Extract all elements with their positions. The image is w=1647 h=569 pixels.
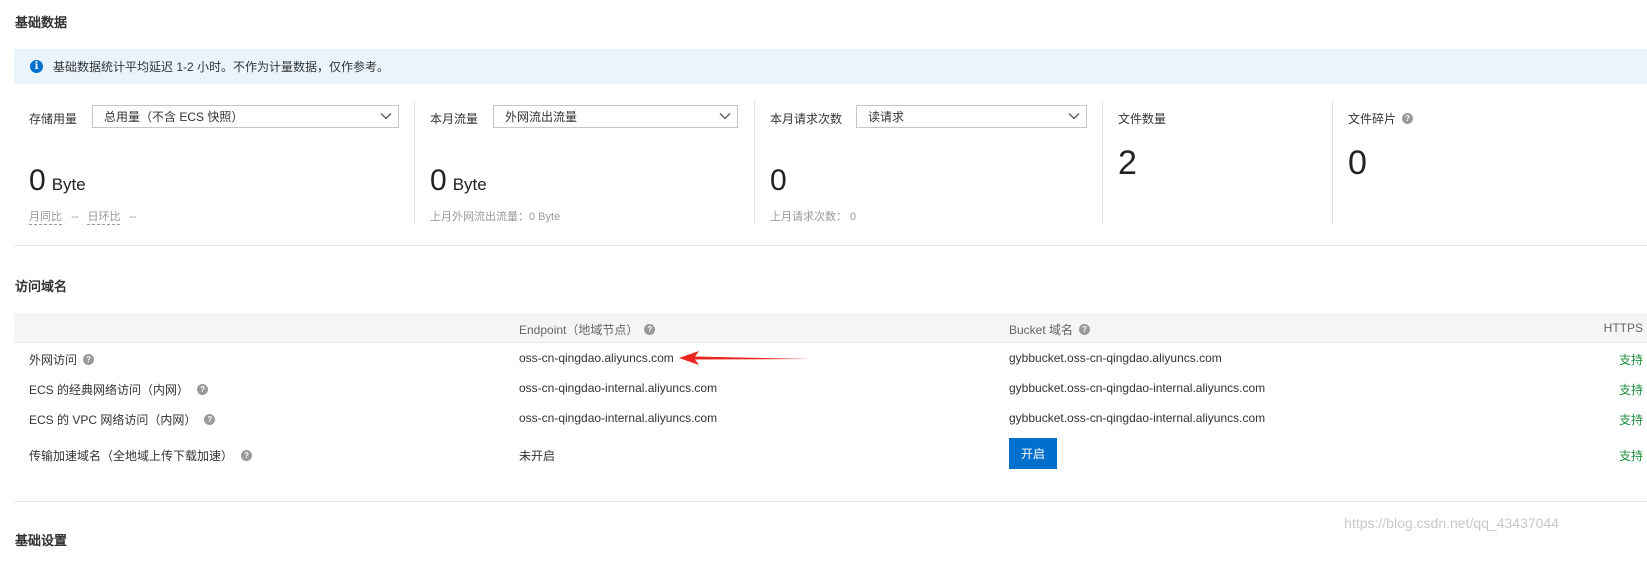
stat-requests: 本月请求次数 读请求 0 上月请求次数： 0: [755, 100, 1103, 224]
requests-label: 本月请求次数: [770, 112, 843, 126]
storage-select-value: 总用量（不含 ECS 快照）: [104, 110, 244, 124]
storage-compare: 月同比 -- 日环比 --: [29, 208, 137, 225]
storage-label: 存储用量: [29, 112, 78, 126]
help-icon[interactable]: ?: [83, 354, 95, 365]
stat-fragments: 文件碎片 ? 0: [1333, 100, 1647, 224]
row-https: 支持: [1618, 383, 1643, 397]
section-title-basic-settings: 基础设置: [15, 533, 68, 548]
help-icon[interactable]: ?: [204, 414, 216, 425]
row-endpoint: oss-cn-qingdao-internal.aliyuncs.com: [519, 381, 718, 395]
requests-last-month: 上月请求次数： 0: [770, 211, 857, 223]
domain-table: Endpoint（地域节点） ? Bucket 域名 ? HTTPS 外网访问?…: [14, 313, 1647, 477]
stat-files: 文件数量 2: [1103, 100, 1333, 224]
stat-storage: 存储用量 总用量（不含 ECS 快照） 0 Byte 月同比 -- 日环比 --: [14, 100, 415, 225]
storage-unit: Byte: [51, 175, 86, 194]
help-icon[interactable]: ?: [1079, 324, 1091, 335]
row-endpoint: oss-cn-qingdao.aliyuncs.com: [519, 351, 674, 365]
help-icon[interactable]: ?: [197, 384, 209, 395]
help-icon[interactable]: ?: [1402, 113, 1414, 124]
help-icon[interactable]: ?: [644, 324, 656, 335]
divider: [14, 501, 1647, 502]
requests-select[interactable]: 读请求: [856, 105, 1087, 128]
divider: [14, 245, 1647, 246]
mom-label[interactable]: 月同比: [29, 211, 62, 225]
fragments-label: 文件碎片 ?: [1348, 110, 1414, 127]
info-icon: i: [30, 60, 43, 73]
files-value: 2: [1118, 144, 1137, 182]
header-bucket: Bucket 域名 ?: [1009, 321, 1091, 338]
chevron-down-icon: [380, 113, 392, 120]
traffic-label: 本月流量: [430, 112, 479, 126]
section-title-basic-data: 基础数据: [15, 15, 68, 30]
row-name: ECS 的 VPC 网络访问（内网）?: [29, 411, 216, 428]
watermark: https://blog.csdn.net/qq_43437044: [1344, 515, 1559, 531]
traffic-last-month: 上月外网流出流量：0 Byte: [430, 211, 561, 223]
chevron-down-icon: [1068, 113, 1080, 120]
row-https: 支持: [1618, 413, 1643, 427]
traffic-unit: Byte: [452, 175, 487, 194]
mom-value: --: [71, 211, 79, 223]
row-endpoint-status: 未开启: [519, 449, 556, 463]
table-row: 外网访问? oss-cn-qingdao.aliyuncs.com gybbuc…: [14, 343, 1647, 373]
row-https: 支持: [1618, 353, 1643, 367]
info-notice: i 基础数据统计平均延迟 1-2 小时。不作为计量数据，仅作参考。: [14, 49, 1647, 84]
header-https: HTTPS: [1603, 321, 1643, 335]
row-bucket: gybbucket.oss-cn-qingdao-internal.aliyun…: [1009, 411, 1266, 425]
storage-select[interactable]: 总用量（不含 ECS 快照）: [92, 105, 399, 128]
enable-acceleration-button[interactable]: 开启: [1009, 438, 1057, 469]
table-header: Endpoint（地域节点） ? Bucket 域名 ? HTTPS: [14, 313, 1647, 343]
dod-value: --: [129, 211, 137, 223]
table-row: ECS 的 VPC 网络访问（内网）? oss-cn-qingdao-inter…: [14, 403, 1647, 433]
row-bucket: gybbucket.oss-cn-qingdao-internal.aliyun…: [1009, 381, 1266, 395]
row-name: 传输加速域名（全地域上传下载加速）?: [29, 447, 253, 464]
table-row: ECS 的经典网络访问（内网）? oss-cn-qingdao-internal…: [14, 373, 1647, 403]
traffic-select[interactable]: 外网流出流量: [493, 105, 738, 128]
section-title-access-domain: 访问域名: [15, 279, 68, 294]
traffic-value: 0 Byte: [430, 164, 487, 197]
fragments-value: 0: [1348, 144, 1367, 182]
files-label: 文件数量: [1118, 112, 1167, 126]
storage-value: 0 Byte: [29, 164, 86, 197]
row-endpoint: oss-cn-qingdao-internal.aliyuncs.com: [519, 411, 718, 425]
row-name: ECS 的经典网络访问（内网）?: [29, 381, 209, 398]
chevron-down-icon: [719, 113, 731, 120]
row-name: 外网访问?: [29, 351, 95, 368]
header-endpoint: Endpoint（地域节点） ?: [519, 321, 656, 338]
red-arrow-annotation: [679, 351, 811, 365]
notice-text: 基础数据统计平均延迟 1-2 小时。不作为计量数据，仅作参考。: [53, 60, 390, 74]
row-bucket: gybbucket.oss-cn-qingdao.aliyuncs.com: [1009, 351, 1222, 365]
stat-traffic: 本月流量 外网流出流量 0 Byte 上月外网流出流量：0 Byte: [415, 100, 755, 224]
traffic-select-value: 外网流出流量: [505, 110, 578, 124]
help-icon[interactable]: ?: [241, 450, 253, 461]
requests-select-value: 读请求: [868, 110, 905, 124]
table-row: 传输加速域名（全地域上传下载加速）? 未开启 开启 支持: [14, 433, 1647, 477]
requests-value: 0: [770, 164, 787, 197]
row-https: 支持: [1618, 449, 1643, 463]
dod-label[interactable]: 日环比: [87, 211, 121, 225]
